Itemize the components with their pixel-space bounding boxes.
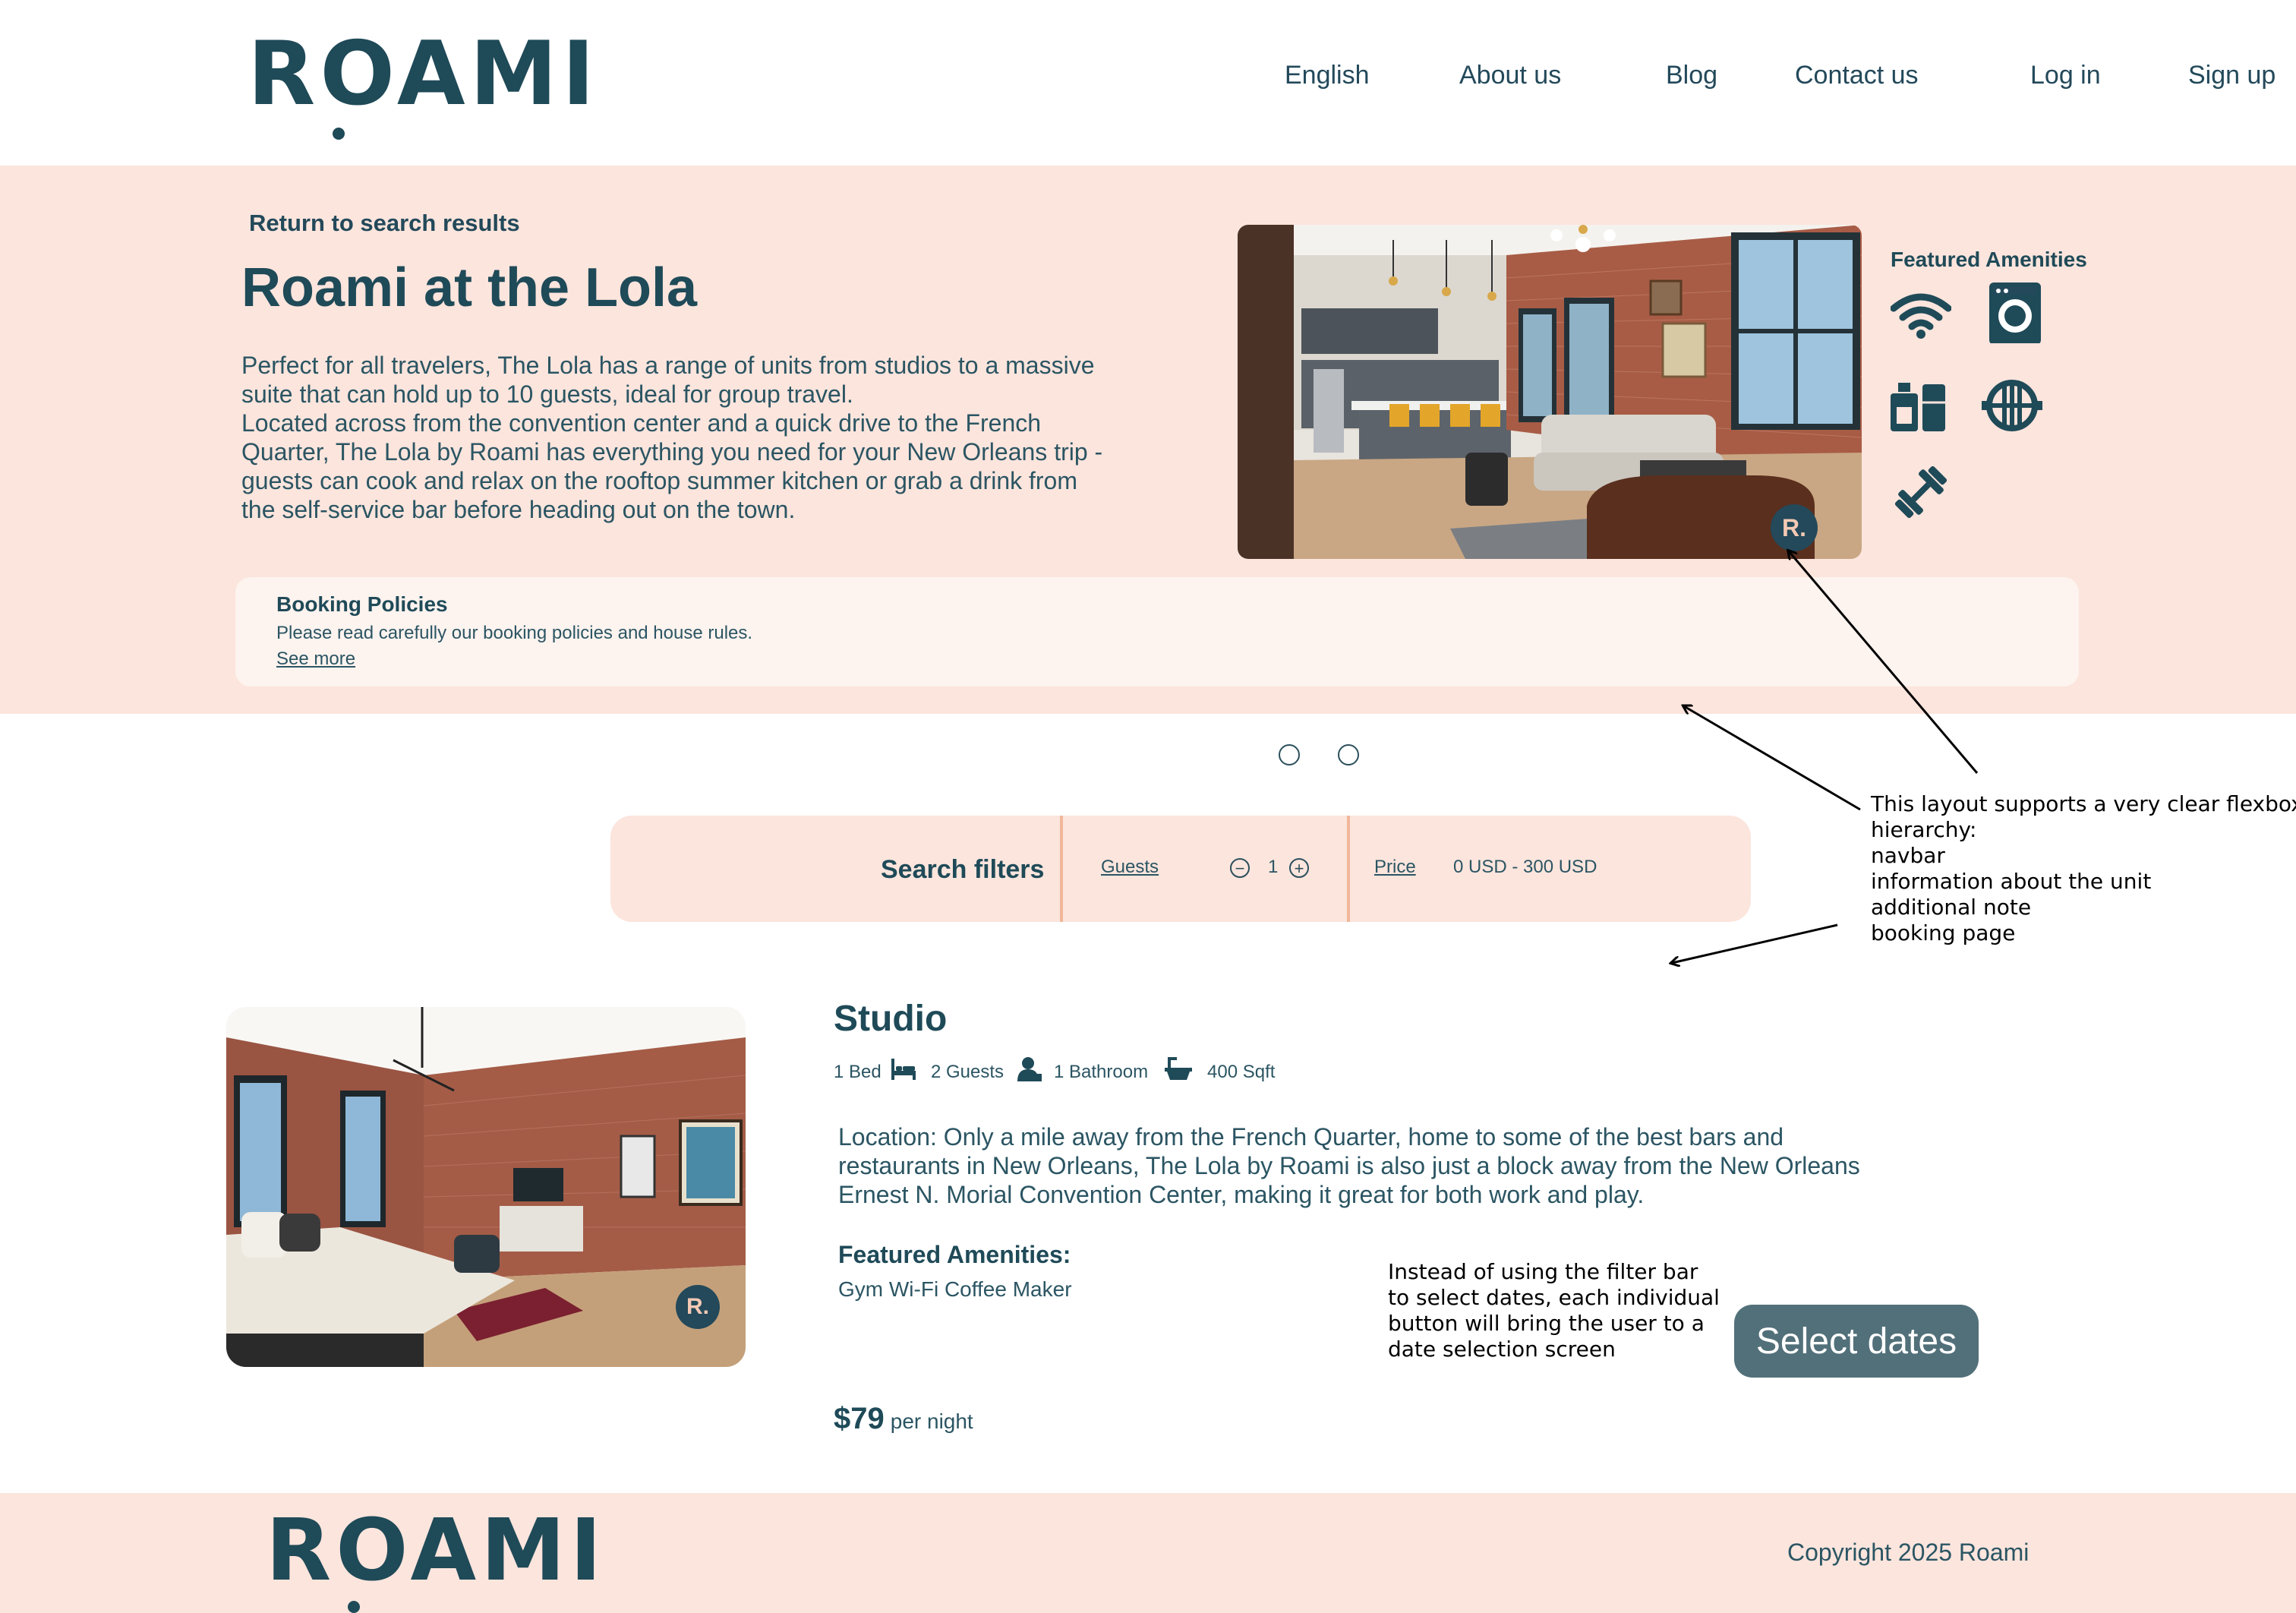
copyright-text: Copyright 2025 Roami: [1787, 1539, 2030, 1566]
nav-login[interactable]: Log in: [2030, 61, 2101, 90]
guests-filter-label[interactable]: Guests: [1101, 857, 1159, 878]
carousel-dot-1[interactable]: [1279, 744, 1300, 765]
description-line: the self-service bar before heading out …: [241, 496, 796, 523]
description-line: restaurants in New Orleans, The Lola by …: [838, 1152, 1860, 1179]
footer-logo[interactable]: ROAMI: [266, 1508, 606, 1613]
dumbbell-icon: [1894, 466, 1948, 519]
logo-text: ROAMI: [266, 1501, 607, 1600]
annotation-line: information about the unit: [1871, 869, 2152, 894]
price-unit: per night: [890, 1409, 973, 1433]
page-title: Roami at the Lola: [241, 257, 698, 318]
nav-language[interactable]: English: [1285, 61, 1370, 90]
annotation-line: booking page: [1871, 920, 2016, 945]
description-line: Quarter, The Lola by Roami has everythin…: [241, 438, 1103, 466]
kitchen-appliances-icon: [1891, 383, 1945, 431]
price-amount: $79: [834, 1402, 885, 1435]
unit-size: 400 Sqft: [1207, 1062, 1276, 1082]
annotation-line: button will bring the user to a: [1388, 1311, 1705, 1336]
description-line: Located across from the convention cente…: [241, 409, 1042, 437]
nav-signup[interactable]: Sign up: [2188, 61, 2276, 90]
logo-text: ROAMI: [248, 23, 600, 125]
nav-contact[interactable]: Contact us: [1795, 61, 1919, 90]
description-line: guests can cook and relax on the rooftop…: [241, 467, 1077, 494]
annotation-line: Instead of using the filter bar: [1388, 1259, 1698, 1284]
description-line: Location: Only a mile away from the Fren…: [838, 1123, 1784, 1151]
description-line: Perfect for all travelers, The Lola has …: [241, 352, 1095, 379]
booking-policies-title: Booking Policies: [276, 592, 448, 616]
featured-amenities-title: Featured Amenities: [1891, 248, 2087, 271]
guests-decrement-button[interactable]: −: [1230, 858, 1250, 878]
annotation-line: This layout supports a very clear flexbo…: [1871, 791, 2296, 816]
search-filter-bar: Search filters Guests − 1 + Price 0 USD …: [610, 816, 1751, 922]
price-range-value[interactable]: 0 USD - 300 USD: [1453, 857, 1597, 878]
roami-logo[interactable]: ROAMI: [248, 30, 599, 140]
search-filters-title: Search filters: [881, 855, 1045, 884]
guests-count: 1: [1268, 857, 1279, 877]
listing-amenities-list: Gym Wi-Fi Coffee Maker: [838, 1277, 1072, 1301]
booking-policies-card: Booking Policies Please read carefully o…: [235, 577, 2079, 687]
arrow-to-listing: [1672, 923, 1838, 963]
price-filter-label[interactable]: Price: [1374, 857, 1416, 878]
filter-divider: [1060, 816, 1063, 922]
bathrooms-count: 1 Bathroom: [1054, 1062, 1149, 1082]
property-photo[interactable]: R.: [1238, 225, 1862, 559]
hero-description: Perfect for all travelers, The Lola has …: [241, 351, 1175, 524]
select-dates-button[interactable]: Select dates: [1734, 1305, 1979, 1378]
beds-count: 1 Bed: [834, 1062, 882, 1082]
listing-amenities-heading: Featured Amenities:: [838, 1241, 1071, 1268]
arrow-to-hero: [1684, 706, 1861, 811]
badge-text: R.: [1782, 514, 1806, 541]
roami-badge: R.: [1771, 504, 1818, 551]
guests-icon: [1017, 1057, 1042, 1081]
description-line: Ernest N. Morial Convention Center, maki…: [838, 1181, 1645, 1208]
annotation-line: date selection screen: [1388, 1337, 1616, 1362]
see-more-link[interactable]: See more: [276, 649, 355, 670]
listing-photo-illustration: [226, 1007, 746, 1367]
booking-policies-text: Please read carefully our booking polici…: [276, 623, 753, 643]
layout-annotation: This layout supports a very clear flexbo…: [1871, 791, 2296, 946]
filter-divider: [1347, 816, 1350, 922]
annotation-line: navbar: [1871, 843, 1945, 868]
property-photo-illustration: [1238, 225, 1862, 559]
guests-increment-button[interactable]: +: [1289, 858, 1309, 878]
grill-icon: [1982, 380, 2042, 431]
bathtub-icon: [1165, 1057, 1192, 1080]
annotation-line: hierarchy:: [1871, 817, 1977, 842]
listing-title: Studio: [834, 999, 948, 1039]
logo-dot: [348, 1601, 360, 1613]
annotation-line: additional note: [1871, 895, 2032, 920]
badge-text: R.: [686, 1294, 709, 1319]
listing-photo[interactable]: R.: [226, 1007, 746, 1367]
nav-about[interactable]: About us: [1459, 61, 1561, 90]
listing-description: Location: Only a mile away from the Fren…: [838, 1122, 1962, 1209]
washing-machine-icon: [1989, 283, 2041, 343]
bed-icon: [891, 1059, 916, 1080]
listing-price: $79 per night: [834, 1402, 973, 1436]
nav-blog[interactable]: Blog: [1666, 61, 1717, 90]
button-annotation: Instead of using the filter bar to selec…: [1388, 1259, 1720, 1362]
wifi-icon: [1891, 293, 1951, 339]
return-to-search-link[interactable]: Return to search results: [249, 210, 520, 237]
logo-dot: [333, 128, 345, 140]
guests-capacity: 2 Guests: [931, 1062, 1004, 1082]
description-line: suite that can hold up to 10 guests, ide…: [241, 380, 853, 408]
carousel-dot-2[interactable]: [1338, 744, 1359, 765]
roami-badge: R.: [676, 1285, 720, 1329]
annotation-line: to select dates, each individual: [1388, 1285, 1720, 1310]
